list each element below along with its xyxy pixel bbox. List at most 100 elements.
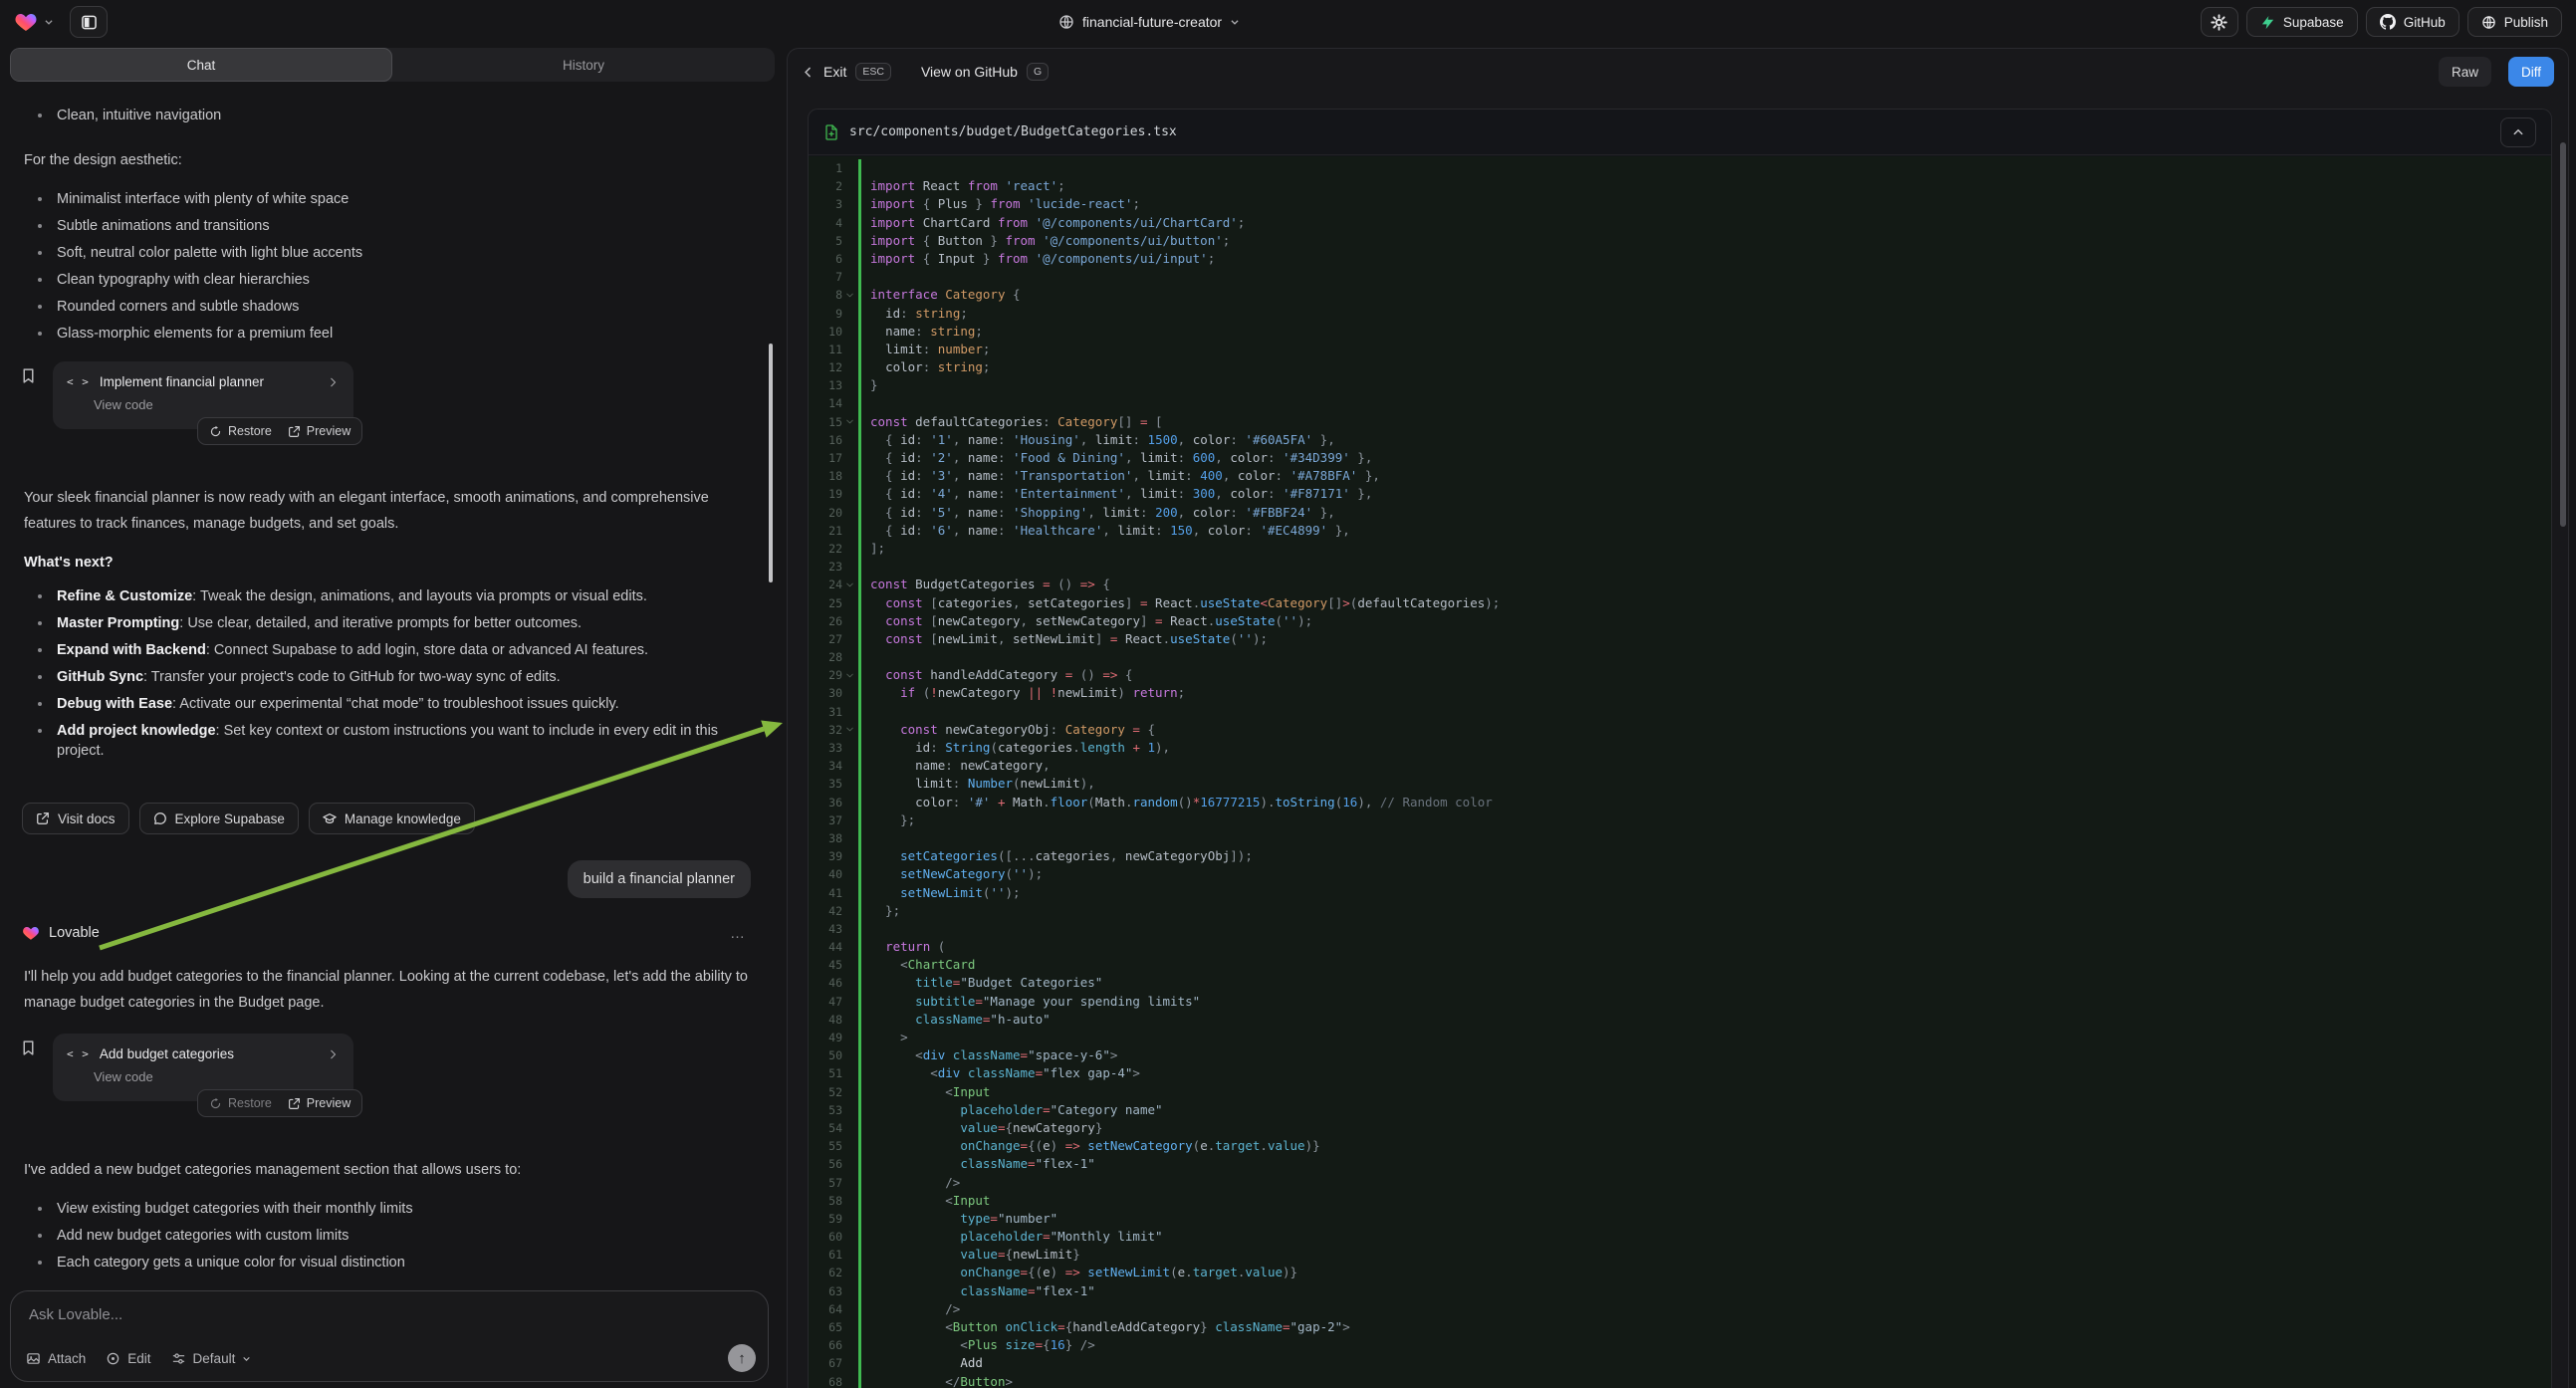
bullet-dot-icon xyxy=(38,729,42,733)
edit-mode-button[interactable]: Edit xyxy=(106,1351,150,1366)
fold-toggle-icon[interactable] xyxy=(844,290,855,301)
publish-button[interactable]: Publish xyxy=(2467,7,2562,37)
code-line-content: { id: '5', name: 'Shopping', limit: 200,… xyxy=(858,504,2551,522)
line-number-gutter: 60 xyxy=(809,1228,858,1246)
code-line: 66 <Plus size={16} /> xyxy=(809,1336,2551,1354)
code-line: 46 title="Budget Categories" xyxy=(809,974,2551,992)
fold-spacer xyxy=(844,525,855,536)
line-number: 43 xyxy=(828,920,842,938)
project-switcher[interactable]: financial-future-creator xyxy=(1058,0,1240,44)
line-number: 42 xyxy=(828,902,842,920)
code-line: 41 setNewLimit(''); xyxy=(809,884,2551,902)
code-line-content: <div className="flex gap-4"> xyxy=(858,1064,2551,1082)
code-line: 2import React from 'react'; xyxy=(809,177,2551,195)
code-line-content: { id: '3', name: 'Transportation', limit… xyxy=(858,467,2551,485)
line-number-gutter: 56 xyxy=(809,1155,858,1173)
bullet-dot-icon xyxy=(38,621,42,625)
line-number: 21 xyxy=(828,522,842,540)
view-on-github-button[interactable]: View on GitHub xyxy=(921,64,1018,80)
line-number-gutter: 14 xyxy=(809,394,858,412)
code-line: 62 onChange={(e) => setNewLimit(e.target… xyxy=(809,1264,2551,1281)
diff-button[interactable]: Diff xyxy=(2508,57,2554,87)
fold-toggle-icon[interactable] xyxy=(844,579,855,590)
github-button[interactable]: GitHub xyxy=(2366,7,2459,37)
code-view[interactable]: 12import React from 'react';3import { Pl… xyxy=(809,156,2551,1388)
preview-button[interactable]: Preview xyxy=(288,424,351,438)
code-line-content: className="flex-1" xyxy=(858,1155,2551,1173)
bullet-text: Master Prompting: Use clear, detailed, a… xyxy=(57,613,582,633)
esc-kbd-badge: ESC xyxy=(855,63,891,81)
bookmark-icon[interactable] xyxy=(20,367,37,463)
fold-spacer xyxy=(844,471,855,482)
restore-button[interactable]: Restore xyxy=(209,424,272,438)
attach-button[interactable]: Attach xyxy=(26,1351,86,1366)
fold-spacer xyxy=(844,453,855,464)
line-number-gutter: 61 xyxy=(809,1246,858,1264)
bullet-dot-icon xyxy=(38,1261,42,1265)
action-button-explore-supabase[interactable]: Explore Supabase xyxy=(139,803,299,834)
code-line-content: color: '#' + Math.floor(Math.random()*16… xyxy=(858,794,2551,811)
fold-spacer xyxy=(844,688,855,699)
settings-button[interactable] xyxy=(2201,7,2238,37)
mode-selector[interactable]: Default xyxy=(171,1351,252,1366)
fold-spacer xyxy=(844,1177,855,1188)
toggle-sidebar-button[interactable] xyxy=(70,6,108,38)
list-item: Subtle animations and transitions xyxy=(20,216,757,236)
collapse-file-button[interactable] xyxy=(2500,117,2536,147)
chat-panel: Chat History Clean, intuitive navigation… xyxy=(10,48,775,1388)
list-item: View existing budget categories with the… xyxy=(20,1199,757,1219)
code-line: 55 onChange={(e) => setNewCategory(e.tar… xyxy=(809,1137,2551,1155)
fold-spacer xyxy=(844,1033,855,1043)
action-button-visit-docs[interactable]: Visit docs xyxy=(22,803,129,834)
list-item: Each category gets a unique color for vi… xyxy=(20,1253,757,1272)
action-button-manage-knowledge[interactable]: Manage knowledge xyxy=(309,803,475,834)
view-code-link[interactable]: View code xyxy=(94,1069,340,1084)
fold-toggle-icon[interactable] xyxy=(844,670,855,681)
line-number-gutter: 7 xyxy=(809,268,858,286)
line-number-gutter: 31 xyxy=(809,703,858,721)
line-number: 12 xyxy=(828,358,842,376)
line-number-gutter: 37 xyxy=(809,811,858,829)
preview-button[interactable]: Preview xyxy=(288,1096,351,1110)
chevron-down-icon xyxy=(1230,17,1240,27)
restore-button[interactable]: Restore xyxy=(209,1096,272,1110)
code-line: 39 setCategories([...categories, newCate… xyxy=(809,847,2551,865)
raw-button[interactable]: Raw xyxy=(2439,57,2491,87)
exit-button[interactable]: Exit xyxy=(823,64,846,80)
code-line-content xyxy=(858,159,2551,177)
bookmark-icon[interactable] xyxy=(20,1040,37,1135)
send-button[interactable]: ↑ xyxy=(728,1344,756,1372)
code-scrollbar[interactable] xyxy=(2560,142,2566,527)
line-number: 36 xyxy=(828,794,842,811)
code-line-content: import { Input } from '@/components/ui/i… xyxy=(858,250,2551,268)
chat-input[interactable] xyxy=(27,1305,716,1324)
view-code-link[interactable]: View code xyxy=(94,397,340,412)
line-number: 52 xyxy=(828,1083,842,1101)
code-line: 38 xyxy=(809,829,2551,847)
chat-scrollbar[interactable] xyxy=(769,344,773,582)
message-menu-button[interactable]: … xyxy=(730,925,755,942)
code-line-content: <Input xyxy=(858,1192,2551,1210)
fold-spacer xyxy=(844,743,855,754)
fold-toggle-icon[interactable] xyxy=(844,724,855,735)
fold-toggle-icon[interactable] xyxy=(844,416,855,427)
file-header[interactable]: src/components/budget/BudgetCategories.t… xyxy=(809,110,2551,155)
line-number: 53 xyxy=(828,1101,842,1119)
tab-chat[interactable]: Chat xyxy=(10,48,392,82)
list-item: GitHub Sync: Transfer your project's cod… xyxy=(20,667,757,687)
supabase-button[interactable]: Supabase xyxy=(2246,7,2358,37)
code-line: 21 { id: '6', name: 'Healthcare', limit:… xyxy=(809,522,2551,540)
line-number-gutter: 11 xyxy=(809,341,858,358)
bullet-dot-icon xyxy=(38,224,42,228)
code-line: 35 limit: Number(newLimit), xyxy=(809,775,2551,793)
list-item: Clean, intuitive navigation xyxy=(20,106,757,125)
action-button-label: Explore Supabase xyxy=(175,811,285,826)
tab-history[interactable]: History xyxy=(392,48,775,82)
bullet-dot-icon xyxy=(38,197,42,201)
globe-icon xyxy=(2481,15,2496,30)
chat-scroll-area[interactable]: Clean, intuitive navigationFor the desig… xyxy=(10,88,761,1286)
line-number: 32 xyxy=(828,721,842,739)
fold-spacer xyxy=(844,344,855,354)
fold-spacer xyxy=(844,199,855,210)
lovable-logo[interactable] xyxy=(14,10,54,34)
